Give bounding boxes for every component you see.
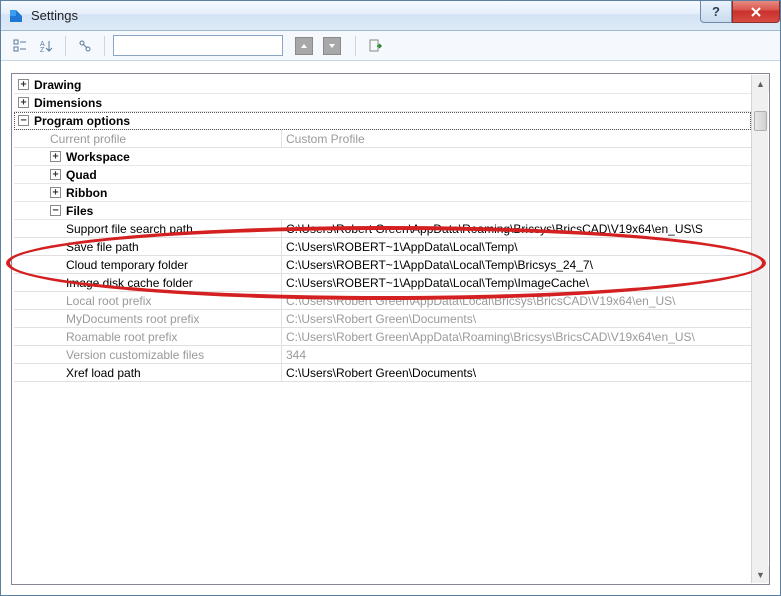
expand-icon[interactable]: + [18,79,29,90]
row-file-setting[interactable]: Version customizable files 344 [14,346,751,364]
category-ribbon[interactable]: + Ribbon [14,184,751,202]
window-controls: ? [700,1,780,23]
row-label: Local root prefix [66,294,151,308]
row-value: C:\Users\ROBERT~1\AppData\Local\Temp\ [282,238,751,255]
row-label: Xref load path [66,366,141,380]
vertical-scrollbar[interactable]: ▲ ▼ [751,75,768,583]
scroll-thumb[interactable] [754,111,767,131]
row-value: C:\Users\ROBERT~1\AppData\Local\Temp\Bri… [282,256,751,273]
row-value: C:\Users\Robert Green\AppData\Local\Bric… [282,292,751,309]
row-current-profile[interactable]: Current profile Custom Profile [14,130,751,148]
search-prev-button[interactable] [295,37,313,55]
search-input[interactable] [113,35,283,56]
titlebar: Settings ? [1,1,780,31]
category-workspace[interactable]: + Workspace [14,148,751,166]
toolbar: AZ [1,31,780,61]
row-label: Image disk cache folder [66,276,193,290]
row-file-setting[interactable]: Local root prefix C:\Users\Robert Green\A… [14,292,751,310]
row-value: C:\Users\Robert Green\AppData\Roaming\Br… [282,328,751,345]
toolbar-separator [104,36,105,56]
category-files[interactable]: − Files [14,202,751,220]
row-label: Support file search path [66,222,193,236]
row-file-setting[interactable]: Support file search path C:\Users\Robert … [14,220,751,238]
category-dimensions[interactable]: + Dimensions [14,94,751,112]
category-quad[interactable]: + Quad [14,166,751,184]
expand-icon[interactable]: + [50,169,61,180]
expand-icon[interactable]: + [50,187,61,198]
row-file-setting[interactable]: Xref load path C:\Users\Robert Green\Docu… [14,364,751,382]
row-value: C:\Users\Robert Green\Documents\ [282,310,751,327]
row-file-setting[interactable]: MyDocuments root prefix C:\Users\Robert G… [14,310,751,328]
row-value: 344 [282,346,751,363]
toolbar-separator [65,36,66,56]
app-icon [7,7,25,25]
category-drawing[interactable]: + Drawing [14,76,751,94]
expand-icon[interactable]: + [50,151,61,162]
collapse-icon[interactable]: − [18,115,29,126]
row-label: Version customizable files [66,348,204,362]
categorized-view-button[interactable] [9,35,31,57]
row-value: Custom Profile [282,130,751,147]
collapse-icon[interactable]: − [50,205,61,216]
row-label: Save file path [66,240,139,254]
row-label: MyDocuments root prefix [66,312,199,326]
scroll-down-button[interactable]: ▼ [752,566,769,583]
alphabetical-view-button[interactable]: AZ [35,35,57,57]
toolbar-separator [355,36,356,56]
row-label: Current profile [50,132,126,146]
scroll-up-button[interactable]: ▲ [752,75,769,92]
close-button[interactable] [732,1,780,23]
row-value: C:\Users\Robert Green\AppData\Roaming\Br… [282,220,751,237]
row-label: Cloud temporary folder [66,258,188,272]
row-value: C:\Users\Robert Green\Documents\ [282,364,751,381]
row-file-setting[interactable]: Roamable root prefix C:\Users\Robert Gree… [14,328,751,346]
settings-panel: + Drawing + Dimensions − Program options… [11,73,770,585]
svg-text:Z: Z [40,47,45,53]
row-value: C:\Users\ROBERT~1\AppData\Local\Temp\Ima… [282,274,751,291]
category-program-options[interactable]: − Program options [14,112,751,130]
row-file-setting[interactable]: Image disk cache folder C:\Users\ROBERT~1… [14,274,751,292]
row-label: Roamable root prefix [66,330,177,344]
window-title: Settings [31,8,78,23]
settings-tree: + Drawing + Dimensions − Program options… [14,76,751,582]
row-file-setting[interactable]: Save file path C:\Users\ROBERT~1\AppData\… [14,238,751,256]
expand-icon[interactable]: + [18,97,29,108]
search-next-button[interactable] [323,37,341,55]
tree-drill-button[interactable] [74,35,96,57]
help-button[interactable]: ? [700,1,732,23]
row-file-setting[interactable]: Cloud temporary folder C:\Users\ROBERT~1\… [14,256,751,274]
export-button[interactable] [364,35,386,57]
